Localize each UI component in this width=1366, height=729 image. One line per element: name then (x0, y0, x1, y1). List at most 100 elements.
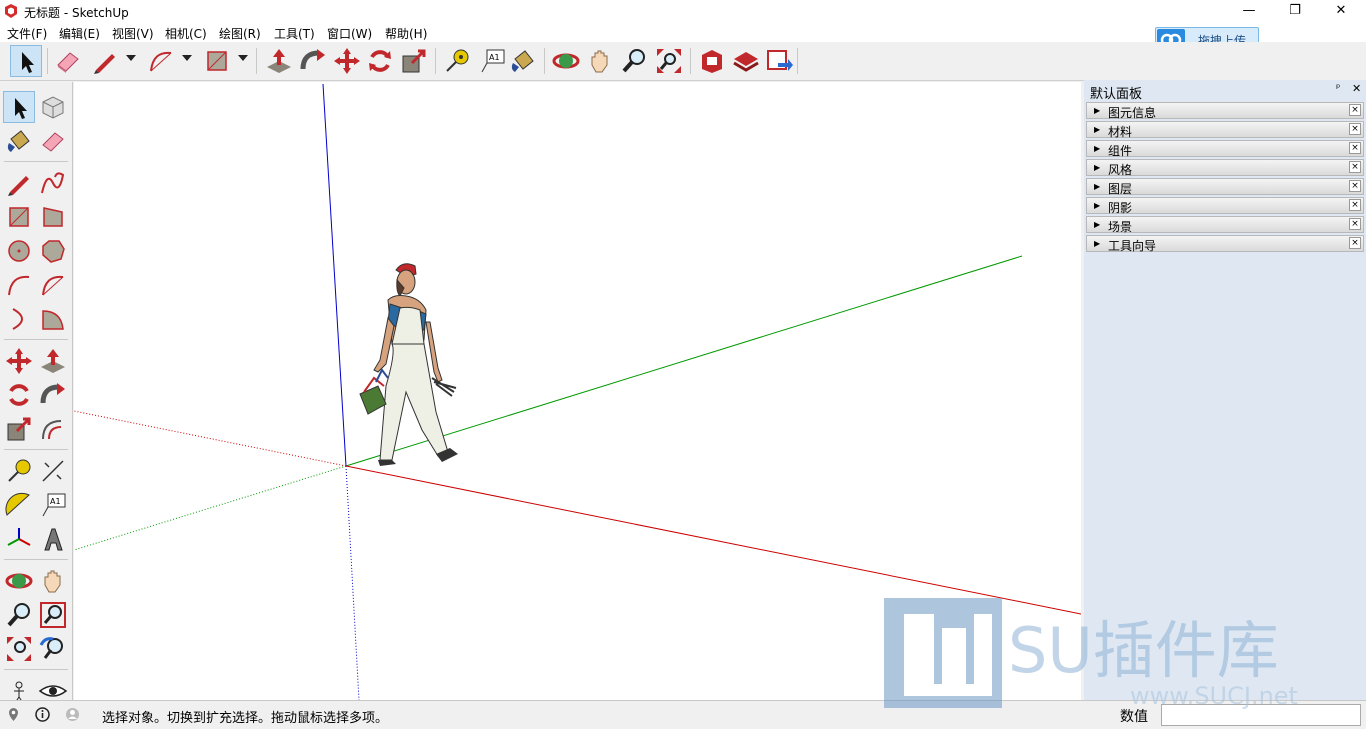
share-model-button[interactable] (764, 45, 796, 77)
tray-instructor[interactable]: ▶ 工具向导 × (1086, 235, 1364, 253)
line-tool-button[interactable] (3, 167, 35, 199)
orbit-tool-button[interactable] (3, 565, 35, 597)
component-tool-button[interactable] (37, 91, 69, 123)
info-icon[interactable] (35, 707, 50, 722)
three-point-arc-tool-button[interactable] (3, 303, 35, 335)
pan-tool-button[interactable] (37, 565, 69, 597)
status-message: 选择对象。切换到扩充选择。拖动鼠标选择多项。 (102, 711, 389, 726)
measurements-input[interactable] (1161, 704, 1361, 726)
push-pull-tool-button[interactable] (37, 345, 69, 377)
axes-tool-button[interactable] (3, 523, 35, 555)
two-point-arc-tool-button[interactable] (37, 269, 69, 301)
scale-figure-person (359, 263, 458, 466)
freehand-tool-button[interactable] (37, 167, 69, 199)
move-tool-button[interactable] (331, 45, 363, 77)
tray-materials[interactable]: ▶ 材料 × (1086, 121, 1364, 139)
menu-view[interactable]: 视图(V) (112, 25, 154, 42)
geo-location-icon[interactable] (6, 707, 21, 722)
scale-tool-button[interactable] (398, 45, 430, 77)
select-tool-button[interactable] (3, 91, 35, 123)
tray-components[interactable]: ▶ 组件 × (1086, 140, 1364, 158)
tray-close-icon[interactable]: × (1349, 180, 1361, 192)
panel-close-icon[interactable]: ✕ (1352, 82, 1361, 95)
expand-arrow-icon: ▶ (1094, 106, 1101, 115)
tray-close-icon[interactable]: × (1349, 199, 1361, 211)
paint-bucket-tool-button[interactable] (507, 45, 539, 77)
text-icon: A1 (42, 493, 66, 517)
modeling-viewport[interactable] (74, 82, 1081, 700)
tray-entity-info[interactable]: ▶ 图元信息 × (1086, 102, 1364, 120)
red-axis-negative (74, 410, 347, 467)
tray-styles[interactable]: ▶ 风格 × (1086, 159, 1364, 177)
3d-text-tool-button[interactable] (37, 523, 69, 555)
dimension-tool-button[interactable] (37, 455, 69, 487)
menu-tools[interactable]: 工具(T) (274, 25, 315, 42)
circle-tool-button[interactable] (3, 235, 35, 267)
menu-window[interactable]: 窗口(W) (327, 25, 372, 42)
chevron-down-icon[interactable] (126, 55, 136, 61)
scale-tool-button[interactable] (3, 413, 35, 445)
zoom-tool-button[interactable] (618, 45, 650, 77)
arc-tool-button[interactable] (145, 45, 177, 77)
menu-draw[interactable]: 绘图(R) (219, 25, 261, 42)
paint-bucket-icon (511, 50, 534, 72)
tray-close-icon[interactable]: × (1349, 218, 1361, 230)
zoom-extents-tool-button[interactable] (653, 45, 685, 77)
rectangle-tool-button[interactable] (201, 45, 233, 77)
paint-bucket-tool-button[interactable] (3, 125, 35, 157)
text-tool-button[interactable]: A1 (476, 45, 508, 77)
previous-view-tool-button[interactable] (37, 633, 69, 665)
pin-icon[interactable]: ᵖ (1336, 83, 1340, 94)
eraser-tool-button[interactable] (37, 125, 69, 157)
tray-close-icon[interactable]: × (1349, 123, 1361, 135)
rotated-rectangle-tool-button[interactable] (37, 201, 69, 233)
tray-shadows[interactable]: ▶ 阴影 × (1086, 197, 1364, 215)
rotate-tool-button[interactable] (3, 379, 35, 411)
offset-tool-button[interactable] (37, 413, 69, 445)
tray-close-icon[interactable]: × (1349, 237, 1361, 249)
push-pull-tool-button[interactable] (263, 45, 295, 77)
menu-camera[interactable]: 相机(C) (165, 25, 207, 42)
warehouse-button[interactable] (696, 45, 728, 77)
protractor-tool-button[interactable] (3, 489, 35, 521)
tape-measure-tool-button[interactable] (441, 45, 473, 77)
extension-warehouse-button[interactable] (730, 45, 762, 77)
svg-text:A1: A1 (489, 53, 500, 62)
menu-help[interactable]: 帮助(H) (385, 25, 427, 42)
protractor-icon (5, 492, 30, 516)
axes-icon (7, 528, 31, 546)
zoom-extents-tool-button[interactable] (3, 633, 35, 665)
tape-measure-tool-button[interactable] (3, 455, 35, 487)
tray-scenes[interactable]: ▶ 场景 × (1086, 216, 1364, 234)
eraser-tool-button[interactable] (52, 45, 84, 77)
menu-file[interactable]: 文件(F) (7, 25, 47, 42)
polygon-tool-button[interactable] (37, 235, 69, 267)
zoom-window-tool-button[interactable] (37, 599, 69, 631)
chevron-down-icon[interactable] (238, 55, 248, 61)
zoom-tool-button[interactable] (3, 599, 35, 631)
minimize-button[interactable]: — (1226, 0, 1272, 22)
chevron-down-icon[interactable] (182, 55, 192, 61)
tray-close-icon[interactable]: × (1349, 161, 1361, 173)
arc-tool-button[interactable] (3, 269, 35, 301)
tray-label: 图层 (1108, 182, 1133, 196)
rectangle-tool-button[interactable] (3, 201, 35, 233)
tray-close-icon[interactable]: × (1349, 104, 1361, 116)
select-tool-button[interactable] (10, 45, 42, 77)
user-icon[interactable] (65, 707, 80, 722)
close-button[interactable]: ✕ (1318, 0, 1364, 22)
pie-tool-button[interactable] (37, 303, 69, 335)
move-tool-button[interactable] (3, 345, 35, 377)
menu-edit[interactable]: 编辑(E) (59, 25, 100, 42)
pencil-tool-button[interactable] (89, 45, 121, 77)
tray-layers[interactable]: ▶ 图层 × (1086, 178, 1364, 196)
orbit-tool-button[interactable] (550, 45, 582, 77)
rotate-tool-button[interactable] (364, 45, 396, 77)
tray-close-icon[interactable]: × (1349, 142, 1361, 154)
text-tool-button[interactable]: A1 (37, 489, 69, 521)
pan-tool-button[interactable] (584, 45, 616, 77)
restore-button[interactable]: ❐ (1272, 0, 1318, 22)
follow-me-tool-button[interactable] (37, 379, 69, 411)
follow-me-tool-button[interactable] (297, 45, 329, 77)
green-axis-negative (74, 465, 347, 551)
